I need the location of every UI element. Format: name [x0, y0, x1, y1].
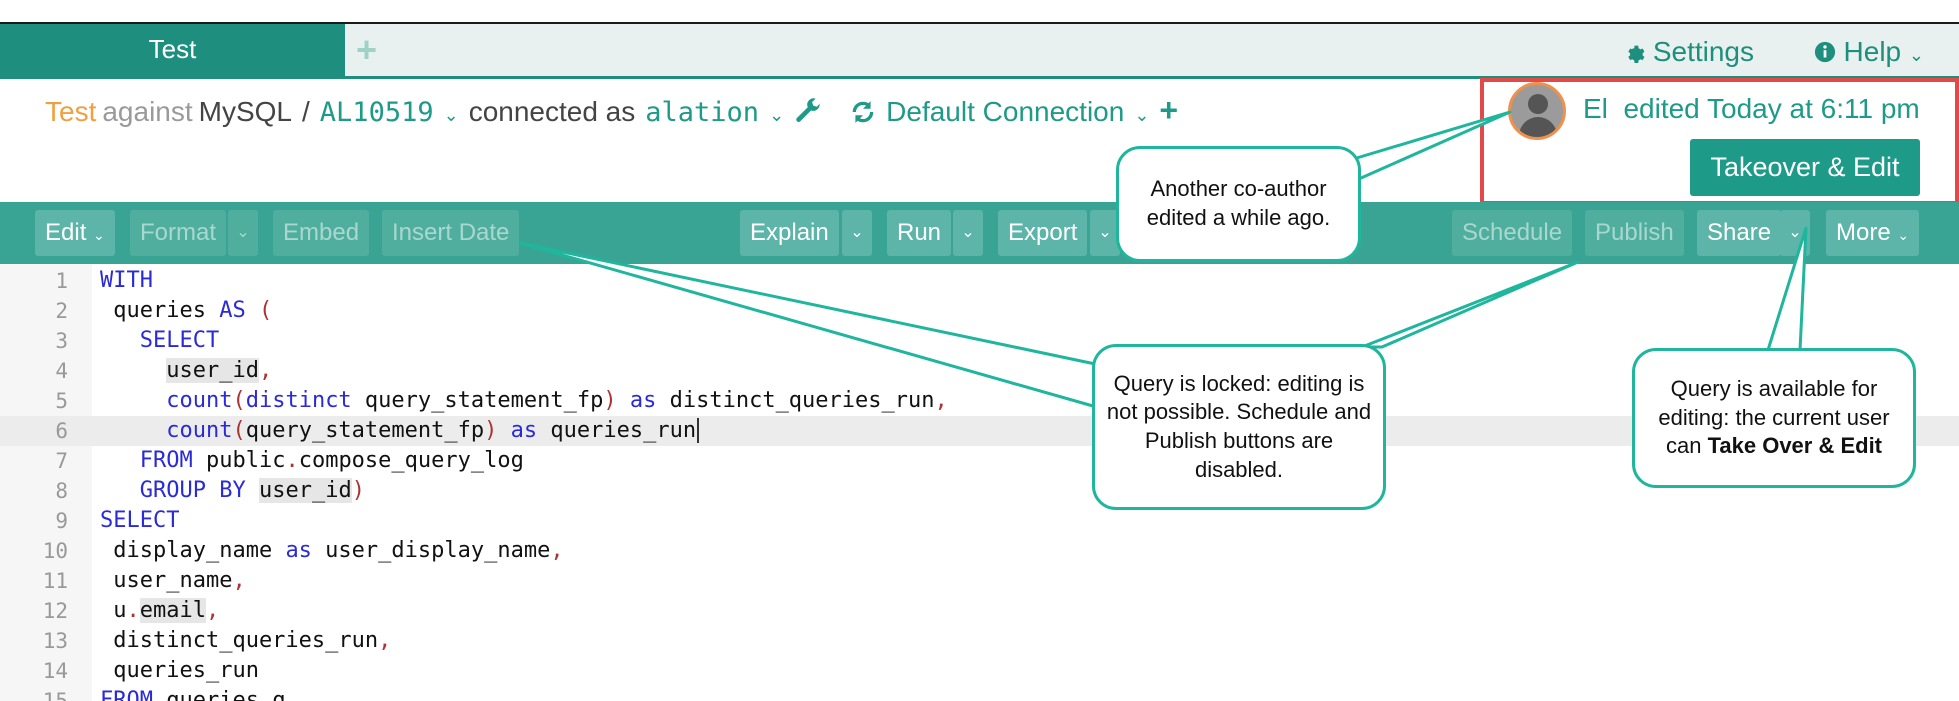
line-number: 4	[55, 359, 68, 383]
run-options-chevron-icon[interactable]: ⌄	[953, 210, 983, 256]
wrench-icon[interactable]	[794, 98, 822, 126]
more-menu-button[interactable]: More ⌄	[1826, 210, 1920, 256]
schedule-button[interactable]: Schedule	[1452, 210, 1573, 256]
code-line: 13 distinct_queries_run,	[0, 626, 1959, 656]
coauthor-callout-text: Another co-author edited a while ago.	[1146, 176, 1331, 230]
help-menu[interactable]: Help ⌄	[1814, 36, 1924, 68]
locked-callout: Query is locked: editing is not possible…	[1092, 344, 1386, 510]
chevron-down-icon[interactable]: ⌄	[444, 105, 459, 126]
edit-menu-button[interactable]: Edit ⌄	[35, 210, 115, 256]
line-number: 10	[42, 539, 68, 563]
line-number: 13	[42, 629, 68, 653]
share-options-chevron-icon[interactable]: ⌄	[1780, 210, 1810, 256]
line-number: 7	[55, 449, 68, 473]
chevron-down-icon: ⌄	[1908, 45, 1924, 65]
line-number: 6	[55, 419, 68, 443]
tab-test[interactable]: Test	[0, 24, 345, 78]
code-line: 15 FROM queries q	[0, 686, 1959, 701]
share-button[interactable]: Share	[1697, 210, 1782, 256]
line-number: 1	[55, 269, 68, 293]
db-type: MySQL	[198, 96, 293, 127]
explain-options-chevron-icon[interactable]: ⌄	[842, 210, 872, 256]
add-tab-icon[interactable]: +	[356, 30, 386, 72]
edit-label: Edit	[45, 219, 87, 246]
chevron-down-icon[interactable]: ⌄	[1134, 105, 1149, 126]
info-icon	[1814, 41, 1835, 63]
line-number: 9	[55, 509, 68, 533]
gear-icon	[1628, 45, 1645, 63]
format-options-chevron-icon[interactable]: ⌄	[228, 210, 258, 256]
against-label: against	[102, 96, 193, 127]
publish-button[interactable]: Publish	[1585, 210, 1684, 256]
connected-as-label: connected as	[468, 96, 636, 127]
takeover-edit-button[interactable]: Takeover & Edit	[1690, 139, 1920, 196]
more-label: More	[1836, 219, 1891, 246]
export-button[interactable]: Export	[998, 210, 1088, 256]
code-line: 11 user_name,	[0, 566, 1959, 596]
chevron-down-icon[interactable]: ⌄	[769, 105, 784, 126]
line-number: 8	[55, 479, 68, 503]
code-line: 12 u.email,	[0, 596, 1959, 626]
edited-timestamp: edited Today at 6:11 pm	[1623, 93, 1920, 124]
connection-bar: Test against MySQL / AL10519 ⌄ connected…	[45, 92, 1178, 132]
code-line: 2 queries AS (	[0, 296, 1959, 326]
editor-toolbar: Edit ⌄ Format ⌄ Embed Insert Date Explai…	[0, 202, 1959, 264]
locked-callout-text: Query is locked: editing is not possible…	[1106, 370, 1372, 482]
available-callout: Query is available for editing: the curr…	[1632, 348, 1916, 488]
available-callout-text: Query is available for editing: the curr…	[1658, 376, 1890, 459]
path-separator: /	[302, 96, 310, 127]
run-button[interactable]: Run	[887, 210, 952, 256]
line-number: 14	[42, 659, 68, 683]
settings-menu[interactable]: Settings	[1623, 36, 1754, 68]
datasource-selector[interactable]: AL10519	[320, 97, 434, 128]
refresh-icon[interactable]	[850, 99, 876, 125]
code-line: 14 queries_run	[0, 656, 1959, 686]
tab-bar: Test + Settings Help ⌄	[0, 24, 1959, 78]
connection-selector[interactable]: Default Connection	[886, 96, 1124, 128]
line-number: 15	[42, 689, 68, 701]
text-cursor	[697, 418, 700, 443]
embed-button[interactable]: Embed	[273, 210, 370, 256]
query-title[interactable]: Test	[45, 96, 96, 128]
user-selector[interactable]: alation	[645, 97, 759, 128]
code-line: 10 display_name as user_display_name,	[0, 536, 1959, 566]
line-number: 3	[55, 329, 68, 353]
code-line: 1 WITH	[0, 266, 1959, 296]
line-number: 11	[42, 569, 68, 593]
last-edited-info: El edited Today at 6:11 pm	[1583, 93, 1920, 125]
coauthor-callout: Another co-author edited a while ago.	[1116, 146, 1361, 262]
line-number: 5	[55, 389, 68, 413]
chevron-down-icon: ⌄	[1897, 227, 1910, 243]
help-label: Help	[1843, 36, 1902, 67]
avatar	[1508, 82, 1566, 140]
code-line: 9 SELECT	[0, 506, 1959, 536]
settings-label: Settings	[1652, 36, 1754, 67]
line-number: 12	[42, 599, 68, 623]
add-connection-icon[interactable]: +	[1159, 92, 1178, 129]
format-button[interactable]: Format	[130, 210, 227, 256]
editor-initials: El	[1583, 93, 1608, 124]
insert-date-button[interactable]: Insert Date	[382, 210, 520, 256]
line-number: 2	[55, 299, 68, 323]
chevron-down-icon: ⌄	[93, 227, 105, 243]
explain-button[interactable]: Explain	[740, 210, 839, 256]
